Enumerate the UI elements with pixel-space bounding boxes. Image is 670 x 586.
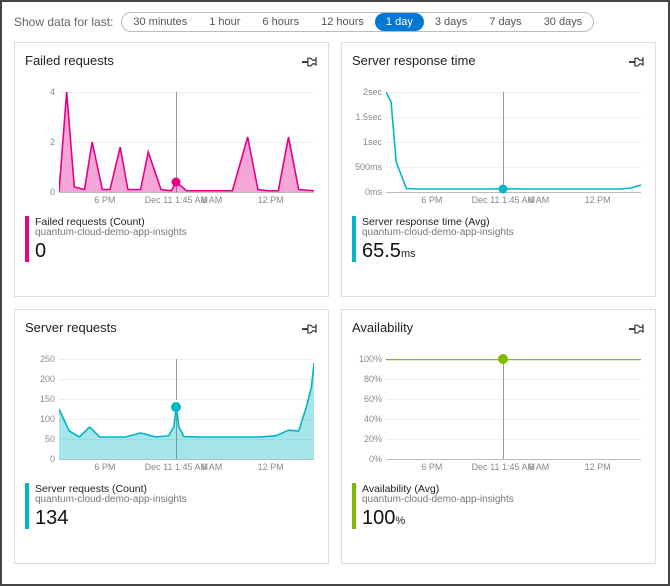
xaxis: 6 PM Dec 11 1:45 AM 6 AM 12 PM bbox=[386, 460, 641, 480]
xtick: 6 PM bbox=[94, 462, 115, 472]
pin-icon[interactable] bbox=[302, 53, 318, 74]
metric-color-bar bbox=[25, 483, 29, 529]
xtick: 6 AM bbox=[529, 462, 550, 472]
xtick: 6 PM bbox=[421, 195, 442, 205]
metric-availability: Availability (Avg) quantum-cloud-demo-ap… bbox=[352, 483, 645, 529]
chart-failed[interactable]: 4 2 0 6 PM Dec 11 1:45 AM 6 AM 12 PM bbox=[25, 92, 318, 214]
xtick: 6 PM bbox=[421, 462, 442, 472]
ytick: 0% bbox=[369, 454, 382, 464]
pill-6-hours[interactable]: 6 hours bbox=[251, 13, 310, 31]
metric-source: quantum-cloud-demo-app-insights bbox=[35, 227, 187, 238]
xtick: 6 PM bbox=[94, 195, 115, 205]
pill-12-hours[interactable]: 12 hours bbox=[310, 13, 375, 31]
card-server-requests[interactable]: Server requests 250 200 150 100 50 0 bbox=[14, 309, 329, 564]
ytick: 4 bbox=[50, 87, 55, 97]
ytick: 50 bbox=[45, 434, 55, 444]
ytick: 0ms bbox=[365, 187, 382, 197]
yaxis-availability: 100% 80% 60% 40% 20% 0% bbox=[352, 359, 384, 459]
card-server-response-time[interactable]: Server response time 2sec 1.5sec 1sec 50… bbox=[341, 42, 656, 297]
metric-value: 65.5ms bbox=[362, 240, 514, 262]
card-availability[interactable]: Availability 100% 80% 60% 40% 20% 0% bbox=[341, 309, 656, 564]
ytick: 2 bbox=[50, 137, 55, 147]
ytick: 200 bbox=[40, 374, 55, 384]
pin-icon[interactable] bbox=[629, 320, 645, 341]
metric-color-bar bbox=[352, 483, 356, 529]
pill-1-day[interactable]: 1 day bbox=[375, 13, 424, 31]
ytick: 250 bbox=[40, 354, 55, 364]
xtick-cursor: Dec 11 1:45 AM bbox=[145, 462, 208, 472]
xtick-cursor: Dec 11 1:45 AM bbox=[472, 462, 535, 472]
plot-area-requests bbox=[59, 359, 314, 460]
metric-requests: Server requests (Count) quantum-cloud-de… bbox=[25, 483, 318, 529]
metric-value: 134 bbox=[35, 507, 187, 529]
ytick: 100 bbox=[40, 414, 55, 424]
xtick: 6 AM bbox=[202, 462, 223, 472]
ytick: 2sec bbox=[363, 87, 382, 97]
metric-source: quantum-cloud-demo-app-insights bbox=[35, 494, 187, 505]
ytick: 80% bbox=[364, 374, 382, 384]
card-title-requests: Server requests bbox=[25, 320, 117, 335]
xaxis: 6 PM Dec 11 1:45 AM 6 AM 12 PM bbox=[59, 460, 314, 480]
xtick: 6 AM bbox=[529, 195, 550, 205]
yaxis-failed: 4 2 0 bbox=[25, 92, 57, 192]
metric-value: 0 bbox=[35, 240, 187, 262]
card-title-availability: Availability bbox=[352, 320, 413, 335]
chart-response[interactable]: 2sec 1.5sec 1sec 500ms 0ms 6 PM bbox=[352, 92, 645, 214]
ytick: 150 bbox=[40, 394, 55, 404]
card-title-response: Server response time bbox=[352, 53, 476, 68]
yaxis-requests: 250 200 150 100 50 0 bbox=[25, 359, 57, 459]
pill-3-days[interactable]: 3 days bbox=[424, 13, 478, 31]
card-failed-requests[interactable]: Failed requests 4 2 0 bbox=[14, 42, 329, 297]
yaxis-response: 2sec 1.5sec 1sec 500ms 0ms bbox=[352, 92, 384, 192]
xtick: 12 PM bbox=[585, 462, 611, 472]
ytick: 100% bbox=[359, 354, 382, 364]
xaxis: 6 PM Dec 11 1:45 AM 6 AM 12 PM bbox=[59, 193, 314, 213]
ytick: 20% bbox=[364, 434, 382, 444]
chart-requests[interactable]: 250 200 150 100 50 0 bbox=[25, 359, 318, 481]
ytick: 60% bbox=[364, 394, 382, 404]
plot-area-failed bbox=[59, 92, 314, 193]
metric-color-bar bbox=[352, 216, 356, 262]
time-range-label: Show data for last: bbox=[14, 15, 113, 29]
xtick: 12 PM bbox=[258, 195, 284, 205]
ytick: 0 bbox=[50, 454, 55, 464]
xtick: 12 PM bbox=[585, 195, 611, 205]
plot-area-availability bbox=[386, 359, 641, 460]
ytick: 40% bbox=[364, 414, 382, 424]
time-range-row: Show data for last: 30 minutes 1 hour 6 … bbox=[14, 12, 656, 32]
metric-color-bar bbox=[25, 216, 29, 262]
xtick: 6 AM bbox=[202, 195, 223, 205]
card-title-failed: Failed requests bbox=[25, 53, 114, 68]
xtick: 12 PM bbox=[258, 462, 284, 472]
xtick-cursor: Dec 11 1:45 AM bbox=[145, 195, 208, 205]
metric-value: 100% bbox=[362, 507, 514, 529]
metric-source: quantum-cloud-demo-app-insights bbox=[362, 494, 514, 505]
pill-30-days[interactable]: 30 days bbox=[533, 13, 594, 31]
pin-icon[interactable] bbox=[629, 53, 645, 74]
xaxis: 6 PM Dec 11 1:45 AM 6 AM 12 PM bbox=[386, 193, 641, 213]
ytick: 500ms bbox=[355, 162, 382, 172]
metric-failed: Failed requests (Count) quantum-cloud-de… bbox=[25, 216, 318, 262]
time-range-pillbar: 30 minutes 1 hour 6 hours 12 hours 1 day… bbox=[121, 12, 594, 32]
chart-availability[interactable]: 100% 80% 60% 40% 20% 0% bbox=[352, 359, 645, 481]
pill-1-hour[interactable]: 1 hour bbox=[198, 13, 251, 31]
metric-source: quantum-cloud-demo-app-insights bbox=[362, 227, 514, 238]
plot-area-response bbox=[386, 92, 641, 193]
pill-30-minutes[interactable]: 30 minutes bbox=[122, 13, 198, 31]
ytick: 0 bbox=[50, 187, 55, 197]
ytick: 1.5sec bbox=[355, 112, 382, 122]
pill-7-days[interactable]: 7 days bbox=[478, 13, 532, 31]
metric-response: Server response time (Avg) quantum-cloud… bbox=[352, 216, 645, 262]
pin-icon[interactable] bbox=[302, 320, 318, 341]
xtick-cursor: Dec 11 1:45 AM bbox=[472, 195, 535, 205]
chart-grid: Failed requests 4 2 0 bbox=[14, 42, 656, 564]
ytick: 1sec bbox=[363, 137, 382, 147]
